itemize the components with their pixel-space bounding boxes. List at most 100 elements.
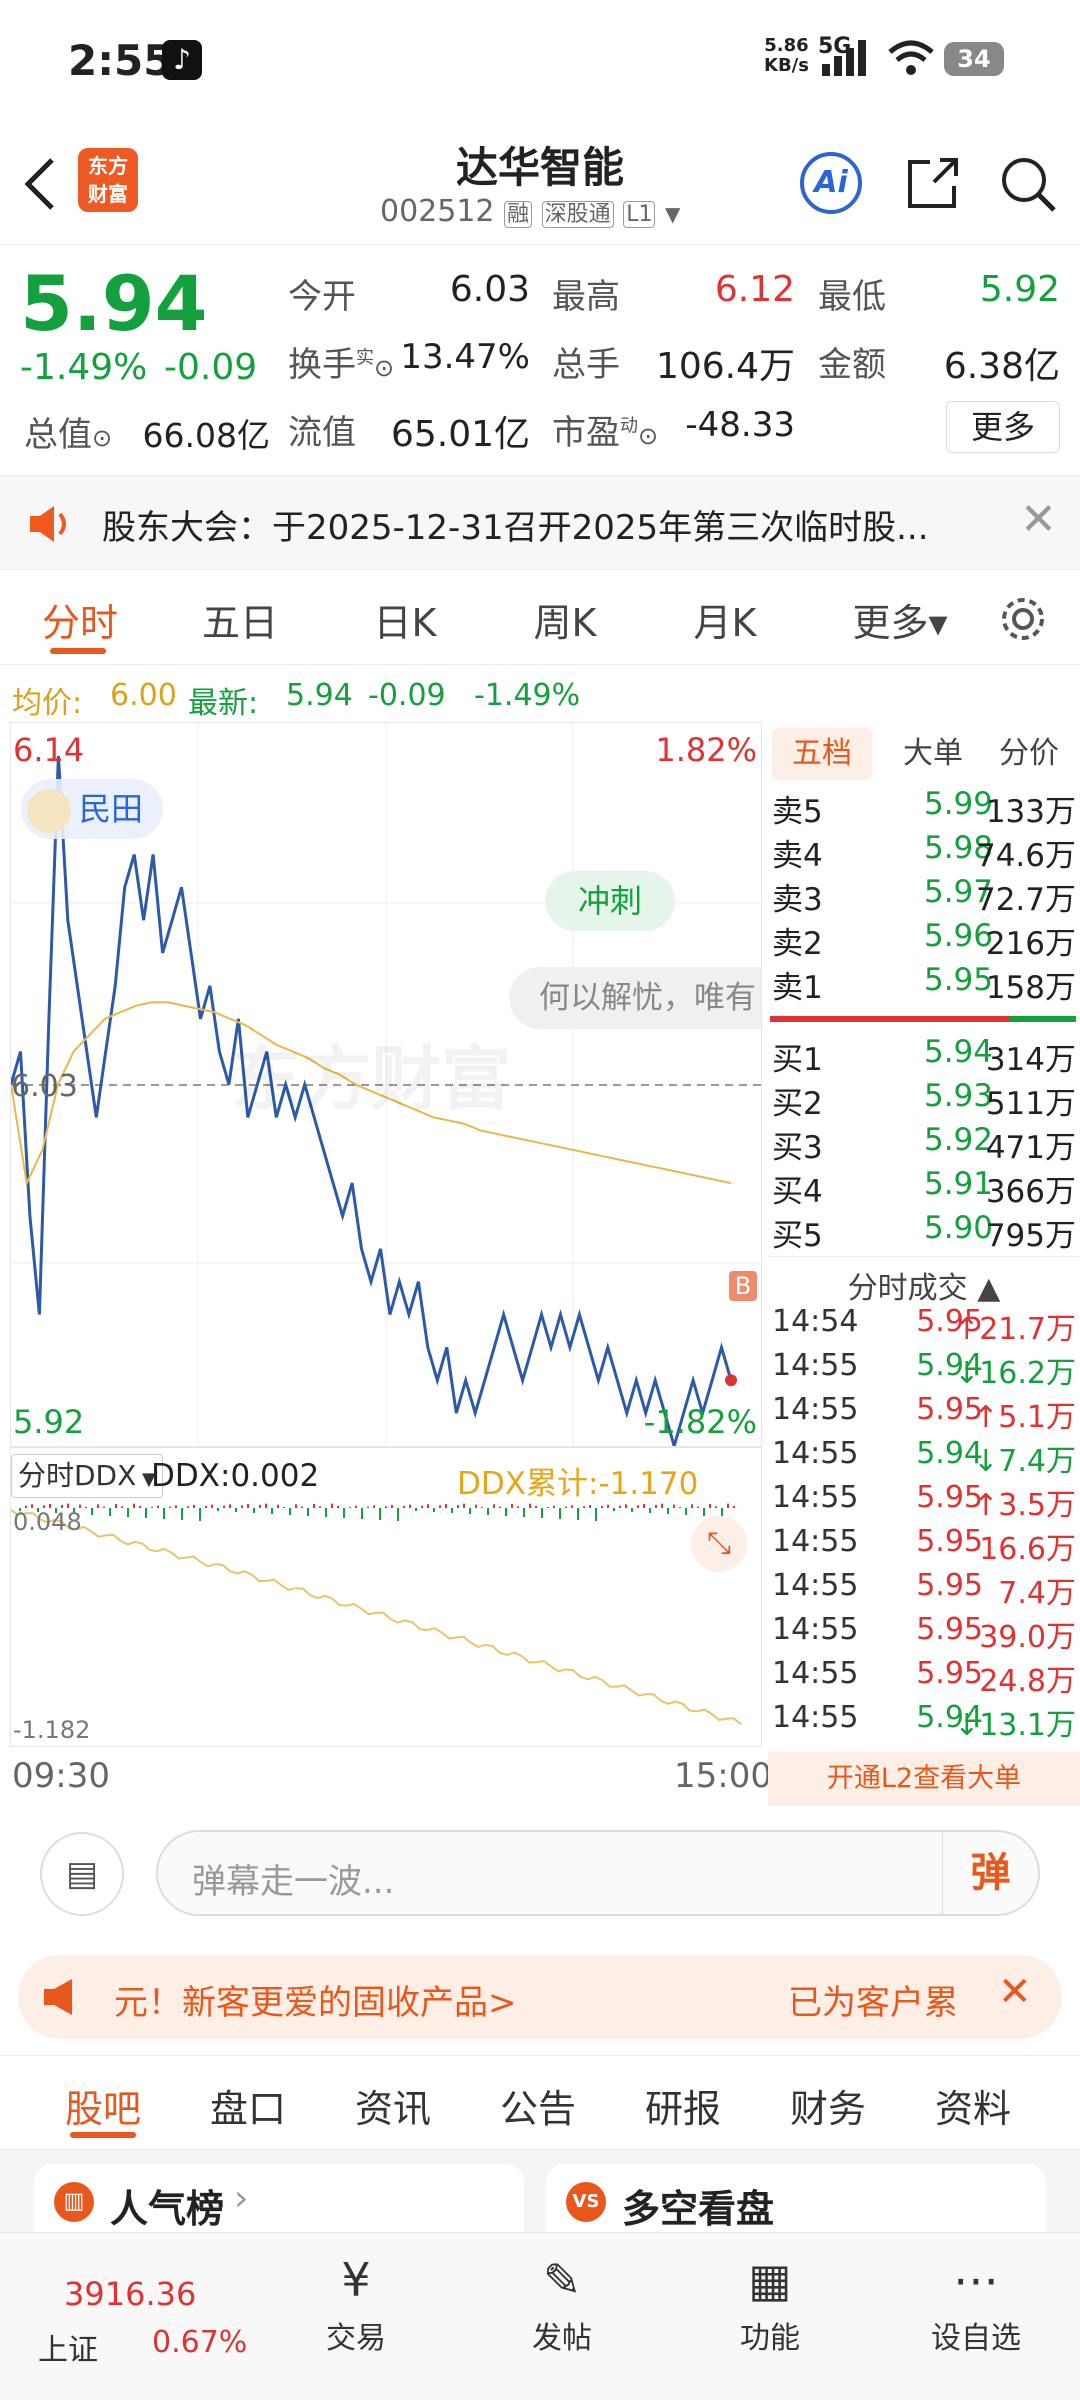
ddx-bar [343,1508,345,1518]
expand-icon[interactable]: ⤡ [691,1516,747,1572]
ddx-bar [379,1508,381,1520]
latest-dot [725,1374,737,1387]
tab-handicap[interactable]: 盘口 [193,2078,303,2133]
danmu-input[interactable]: 弹幕走一波... 弹 [156,1830,1040,1916]
index-pct[interactable]: 0.67% [152,2325,247,2360]
ddx-bar [613,1508,615,1511]
change-percent: -1.49% [20,347,148,388]
ddx-bar [451,1508,453,1513]
ddx-bar [409,1504,411,1508]
index-name[interactable]: 上证 [38,2325,98,2369]
ddx-bar [151,1507,153,1508]
danmu-settings-icon[interactable]: ▤ [40,1832,124,1916]
order-book: 五档 大单 分价 卖5 5.99 133万 卖4 5.98 74.6万 卖3 5.97 72.7… [768,722,1080,1806]
ddx-bar [559,1508,561,1519]
ask-row-volume: 74.6万 [975,838,1076,874]
ddx-selector[interactable]: 分时DDX ▼ [11,1454,163,1498]
nav-post[interactable]: ✎ 发帖 [492,2253,632,2357]
ddx-bar [415,1508,417,1511]
avg-label: 均价: [12,686,83,721]
close-icon[interactable]: ✕ [998,1969,1032,2015]
buy-marker[interactable]: B [729,1271,757,1301]
book-tab-five[interactable]: 五档 [772,728,872,780]
settings-icon[interactable] [998,594,1048,644]
tab-research[interactable]: 研报 [628,2078,738,2133]
bid-ratio-bar [1010,1016,1076,1022]
notice-bar[interactable]: 股东大会：于2025-12-31召开2025年第三次临时股... ✕ [0,475,1080,570]
ddx-bar [103,1506,105,1508]
trade-price: 5.95 [916,1524,983,1559]
index-value[interactable]: 3916.36 [64,2275,196,2313]
ddx-bar [457,1505,459,1508]
more-button[interactable]: 更多 [946,401,1060,453]
intraday-chart[interactable]: 6.14 1.82% 6.03 5.92 -1.82% 东方财富 民田 冲刺 何… [10,722,762,1447]
bid-row: 买5 5.90 795万 [768,1210,1080,1254]
ddx-bar [109,1508,111,1516]
danmu-send-button[interactable]: 弹 [942,1832,1038,1914]
tab-more[interactable]: 更多▾ [830,592,970,647]
search-icon[interactable] [998,154,1058,214]
bid-row-volume: 511万 [985,1086,1076,1122]
ddx-bar [241,1505,243,1508]
grid-icon: ▦ [748,2253,792,2307]
trade-arrow: ↑ [973,1488,999,1523]
edit-icon: ✎ [542,2253,582,2307]
trade-price: 5.95 [916,1656,983,1691]
promo-banner[interactable]: 元！新客更爱的固收产品> 已为客户累 ✕ [18,1955,1062,2039]
trade-row: 14:55 5.95 16.6万 [768,1524,1080,1568]
ddx-bar [571,1505,573,1508]
bid-row-price: 5.91 [923,1166,993,1202]
high-value: 6.12 [714,269,795,310]
tab-monthly-k[interactable]: 月K [655,592,795,647]
more-circle-icon: ⋯ [953,2253,999,2307]
trades-title[interactable]: 分时成交 ▲ [768,1256,1080,1307]
user-tag[interactable]: 民田 [21,779,164,839]
tab-announcements[interactable]: 公告 [483,2078,593,2133]
close-icon[interactable]: ✕ [1020,494,1057,545]
book-tab-big[interactable]: 大单 [888,728,978,780]
ddx-bar [403,1506,405,1508]
trade-row: 14:55 5.94 ↓13.1万 [768,1700,1080,1744]
ddx-bar [685,1508,687,1515]
nav-functions[interactable]: ▦ 功能 [700,2253,840,2357]
stock-code-line[interactable]: 002512 融 深股通 L1 ▼ [380,194,680,229]
ddx-bar [481,1507,483,1508]
sprint-bubble[interactable]: 冲刺 [545,871,675,931]
nav-trade[interactable]: ¥ 交易 [286,2253,426,2357]
l2-upgrade-banner[interactable]: 开通L2查看大单 [768,1752,1080,1806]
tab-weekly-k[interactable]: 周K [495,592,635,647]
trade-volume: 21.7万 [979,1312,1076,1347]
tab-profile[interactable]: 资料 [918,2078,1028,2133]
trade-row: 14:55 5.94 ↓7.4万 [768,1436,1080,1480]
ddx-bar [301,1506,303,1508]
share-icon[interactable] [904,154,962,212]
signal-icon [822,40,866,76]
trade-time: 14:55 [772,1392,859,1427]
nav-add-watchlist[interactable]: ⋯ 设自选 [906,2253,1046,2357]
ddx-bar [217,1508,219,1511]
ddx-bar [91,1508,93,1515]
ddx-bar [535,1506,537,1508]
latest-value: 5.94 [286,678,353,713]
ddx-bar [697,1506,699,1508]
tab-finance[interactable]: 财务 [773,2078,883,2133]
tab-forum[interactable]: 股吧 [48,2078,158,2133]
tab-news[interactable]: 资讯 [338,2078,448,2133]
ddx-bar [385,1506,387,1508]
trade-price: 5.95 [916,1568,983,1603]
trade-volume: 7.4万 [998,1444,1076,1479]
tab-intraday[interactable]: 分时 [10,592,150,647]
latest-pct: -1.49% [474,678,581,713]
bid-row-label: 买5 [772,1218,823,1254]
ddx-bar [265,1503,267,1508]
tab-5day[interactable]: 五日 [170,592,310,647]
ask-row-price: 5.98 [923,830,993,866]
ddx-panel: 分时DDX ▼ DDX:0.002 DDX累计:-1.170 0.048 -1.… [10,1447,762,1747]
ddx-bar [115,1504,117,1508]
trade-volume: 5.1万 [998,1400,1076,1435]
ddx-bar [499,1506,501,1508]
bid-row-label: 买2 [772,1086,823,1122]
ai-button[interactable]: Ai [800,152,862,214]
book-tab-price[interactable]: 分价 [984,728,1074,780]
tab-daily-k[interactable]: 日K [335,592,475,647]
